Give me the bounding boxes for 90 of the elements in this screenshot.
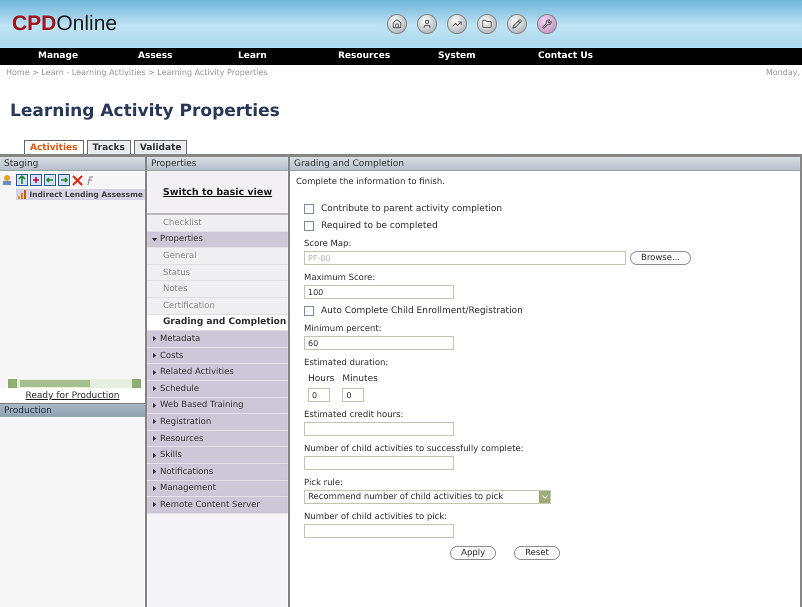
nav-link[interactable]: Assess (138, 48, 238, 65)
caret-right-icon (152, 486, 157, 491)
function-icon[interactable] (85, 174, 96, 186)
menu-section[interactable]: Management (147, 480, 288, 498)
panel-header: Properties (147, 157, 288, 171)
menu-section[interactable]: Registration (147, 414, 288, 431)
folder-icon[interactable] (477, 14, 497, 34)
checkbox-row[interactable]: Auto Complete Child Enrollment/Registration (304, 306, 786, 316)
field-label: Maximum Score: (304, 273, 376, 283)
person-add-icon[interactable] (2, 174, 14, 186)
caret-right-icon (152, 452, 157, 458)
menu-section[interactable]: Metadata (147, 331, 288, 348)
menu-section[interactable]: Skills (147, 447, 288, 464)
brand-logo: CPDOnline (12, 12, 118, 36)
field-label: Number of child activities to pick: (304, 512, 448, 522)
menu-section[interactable]: Resources (147, 430, 288, 448)
breadcrumb: Home > Learn - Learning Activities > Learning Activity Properties (6, 68, 268, 79)
arrow-right-icon[interactable] (58, 174, 70, 186)
caret-down-icon (152, 236, 157, 242)
bar-chart-icon (18, 190, 26, 199)
caret-right-icon (152, 370, 157, 375)
duration-field[interactable]: 0 (308, 388, 330, 402)
arrow-left-icon[interactable] (44, 174, 56, 186)
menu-section[interactable]: Remote Content Server (147, 497, 288, 514)
plus-icon[interactable] (30, 174, 42, 186)
text-field[interactable] (304, 524, 454, 538)
menu-item[interactable]: Grading and Completion (147, 314, 288, 332)
menu-section[interactable]: Related Activities (147, 364, 288, 381)
menu-section[interactable]: Costs (147, 348, 288, 364)
panel-header: Grading and Completion (290, 157, 800, 171)
home-icon[interactable] (387, 14, 407, 34)
unit-label: Minutes (342, 374, 378, 384)
horizontal-scrollbar[interactable] (8, 379, 141, 388)
caret-right-icon (152, 469, 157, 474)
nav-link[interactable]: Learn (238, 48, 338, 65)
form-button[interactable]: Apply (450, 546, 496, 560)
text-field[interactable]: 60 (304, 336, 454, 350)
caret-right-icon (152, 502, 157, 508)
caret-right-icon (152, 419, 157, 424)
checkbox-label: Auto Complete Child Enrollment/Registration (321, 306, 523, 316)
caret-right-icon (152, 336, 157, 342)
text-field[interactable] (304, 422, 454, 436)
wrench-icon[interactable] (537, 14, 557, 34)
delete-icon[interactable] (72, 174, 83, 186)
field-label: Estimated credit hours: (304, 410, 404, 420)
checkbox-row[interactable]: Contribute to parent activity completion (304, 204, 786, 214)
menu-section[interactable]: Properties (147, 232, 288, 248)
tab[interactable]: Validate (134, 140, 188, 154)
nav-link[interactable]: Resources (338, 48, 438, 65)
form-button[interactable]: Reset (514, 546, 560, 560)
user-icon[interactable] (417, 14, 437, 34)
pencil-icon[interactable] (507, 14, 527, 34)
caret-right-icon (152, 386, 157, 392)
unit-label: Hours (308, 374, 334, 384)
caret-right-icon (152, 402, 157, 408)
tab[interactable]: Activities (24, 140, 84, 154)
nav-link[interactable]: System (438, 48, 538, 65)
field-label: Minimum percent: (304, 324, 383, 334)
duration-field[interactable]: 0 (342, 388, 364, 402)
date-text: Monday, (766, 68, 800, 79)
text-field[interactable] (304, 456, 454, 470)
pick-rule-dropdown[interactable]: Recommend number of child activities to pick (304, 490, 551, 504)
field-label: Score Map: (304, 239, 352, 249)
chevron-down-icon (539, 491, 550, 503)
ready-for-production-link[interactable]: Ready for Production (0, 388, 145, 403)
intro-text: Complete the information to finish. (296, 177, 446, 187)
nav-link[interactable]: Manage (38, 48, 138, 65)
page-title: Learning Activity Properties (10, 101, 281, 123)
checkbox[interactable] (304, 306, 314, 316)
checkbox-label: Required to be completed (321, 221, 438, 231)
text-field[interactable]: 100 (304, 285, 454, 299)
field-label: Estimated duration: (304, 358, 390, 368)
menu-section[interactable]: Schedule (147, 380, 288, 398)
panel-header: Staging (0, 157, 145, 171)
checkbox[interactable] (304, 221, 314, 231)
menu-section[interactable]: Web Based Training (147, 398, 288, 414)
tab[interactable]: Tracks (86, 140, 131, 154)
field-label: Number of child activities to successfully complete: (304, 444, 525, 454)
arrow-up-icon[interactable] (16, 174, 28, 186)
nav-link[interactable]: Contact Us (538, 48, 638, 65)
checkbox[interactable] (304, 204, 314, 214)
switch-view-link[interactable]: Switch to basic view (162, 186, 272, 198)
field-label: Pick rule: (304, 478, 344, 488)
caret-right-icon (152, 436, 157, 442)
menu-section[interactable]: Notifications (147, 464, 288, 480)
caret-right-icon (152, 353, 157, 358)
checkbox-row[interactable]: Required to be completed (304, 221, 786, 231)
chart-icon[interactable] (447, 14, 467, 34)
panel-header: Production (0, 403, 145, 417)
checkbox-label: Contribute to parent activity completion (321, 204, 502, 214)
